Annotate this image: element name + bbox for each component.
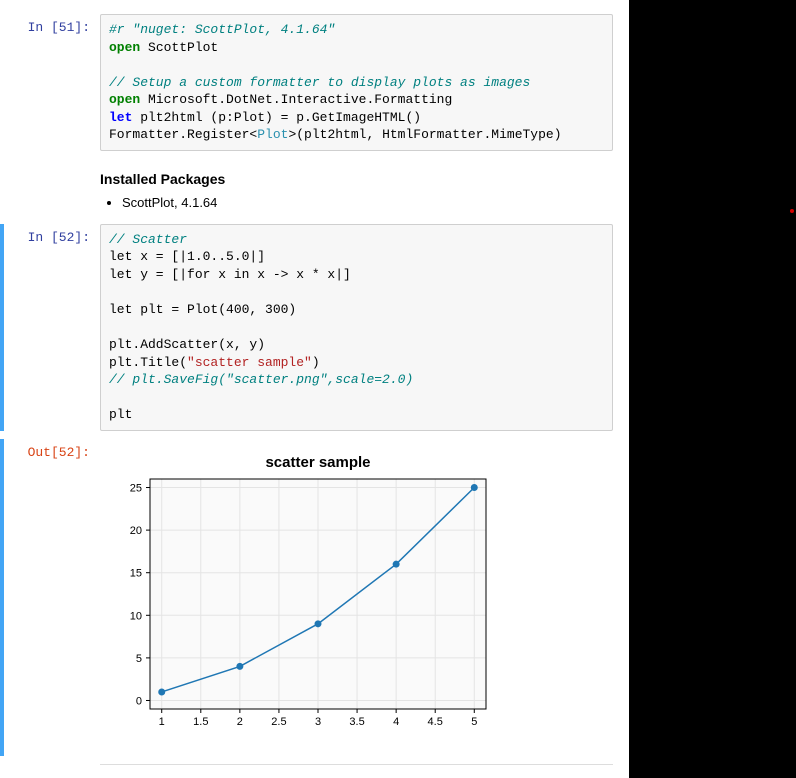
exec-count: [52]:	[51, 230, 90, 245]
installed-packages-heading: Installed Packages	[100, 171, 613, 187]
output-text: Installed Packages ScottPlot, 4.1.64	[100, 159, 613, 214]
svg-text:4: 4	[393, 716, 399, 728]
svg-text:scatter sample: scatter sample	[265, 454, 370, 471]
svg-text:4.5: 4.5	[428, 716, 443, 728]
svg-text:1.5: 1.5	[193, 716, 208, 728]
code-input[interactable]: // Scatter let x = [|1.0..5.0|] let y = …	[100, 224, 613, 431]
svg-text:0: 0	[136, 695, 142, 707]
scatter-chart: 1 1.5 2 2.5 3 3.5 4 4.5 5 0 5 10 15 20 25 scatter sampl…	[100, 447, 500, 747]
package-item: ScottPlot, 4.1.64	[122, 195, 613, 210]
code-cell-selected[interactable]: In [52]: // Scatter let x = [|1.0..5.0|]…	[0, 224, 629, 431]
code-cell[interactable]: In [51]: #r "nuget: ScottPlot, 4.1.64" o…	[0, 14, 629, 151]
svg-text:1: 1	[159, 716, 165, 728]
packages-list: ScottPlot, 4.1.64	[122, 195, 613, 210]
svg-text:2.5: 2.5	[271, 716, 286, 728]
svg-text:3: 3	[315, 716, 321, 728]
output-cell: Installed Packages ScottPlot, 4.1.64	[0, 159, 629, 214]
output-prompt: Out[52]:	[10, 439, 100, 756]
code-input[interactable]: #r "nuget: ScottPlot, 4.1.64" open Scott…	[100, 14, 613, 151]
svg-text:10: 10	[130, 610, 142, 622]
exec-count: [51]:	[51, 20, 90, 35]
input-prompt: In [52]:	[10, 224, 100, 431]
svg-text:20: 20	[130, 525, 142, 537]
input-prompt: In [51]:	[10, 14, 100, 151]
svg-text:5: 5	[471, 716, 477, 728]
svg-text:5: 5	[136, 653, 142, 665]
in-label: In	[28, 230, 44, 245]
empty-prompt	[10, 159, 100, 214]
marker-dot	[790, 209, 794, 213]
in-label: In	[28, 20, 44, 35]
svg-text:25: 25	[130, 482, 142, 494]
cell-divider	[100, 764, 613, 765]
chart-output: 1 1.5 2 2.5 3 3.5 4 4.5 5 0 5 10 15 20 25 scatter sampl…	[100, 443, 613, 756]
svg-text:2: 2	[237, 716, 243, 728]
notebook-area: In [51]: #r "nuget: ScottPlot, 4.1.64" o…	[0, 0, 629, 778]
output-cell: Out[52]: 1 1.5 2 2.5 3 3.5 4 4.5 5 0 5 10 15 20 25 scat…	[0, 439, 629, 756]
out-label: Out[52]:	[28, 445, 90, 460]
svg-text:15: 15	[130, 568, 142, 580]
svg-text:3.5: 3.5	[349, 716, 364, 728]
